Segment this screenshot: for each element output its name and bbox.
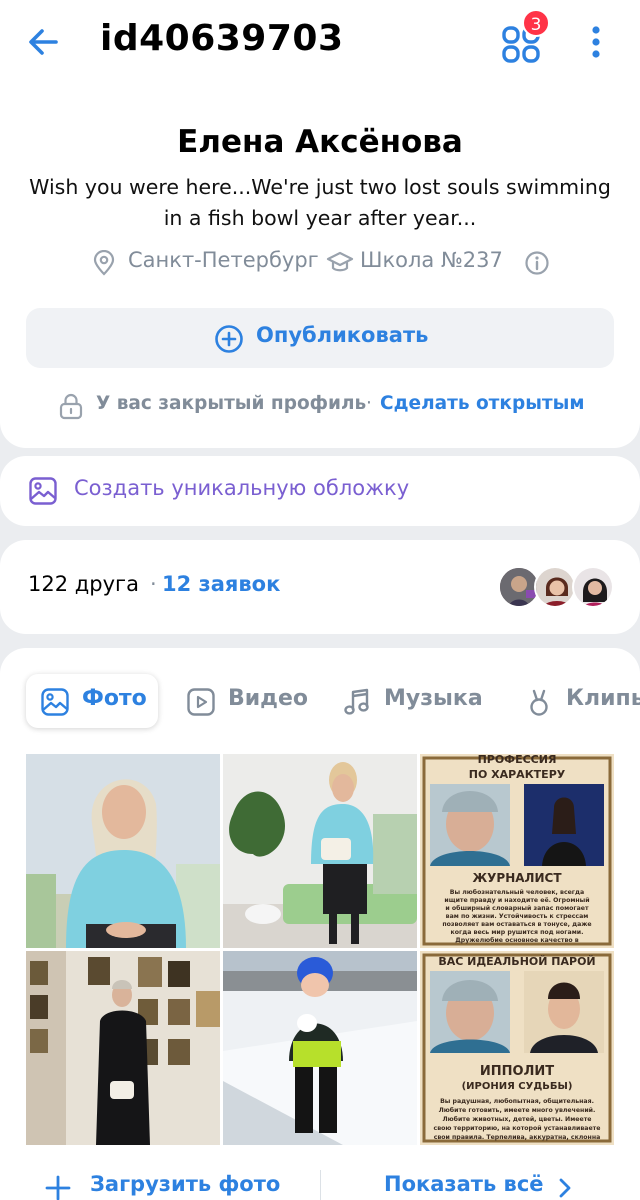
tab-videos[interactable]: Видео xyxy=(172,674,318,728)
privacy-text: У вас закрытый профиль xyxy=(96,393,367,414)
media-tabs: Фото Видео Музыка Клипы xyxy=(0,674,640,728)
photo6-line: свою территорию, на которой устанавливае… xyxy=(434,1124,601,1132)
clips-icon xyxy=(530,689,548,716)
upload-photo-label: Загрузить фото xyxy=(90,1172,281,1196)
photo-thumbnail[interactable] xyxy=(26,754,220,948)
notification-badge: 3 xyxy=(522,9,550,37)
photo6-subtitle: (ИРОНИЯ СУДЬБЫ) xyxy=(462,1081,573,1092)
divider xyxy=(320,1170,321,1200)
tab-clips[interactable]: Клипы xyxy=(510,674,640,728)
chevron-right-icon[interactable] xyxy=(556,1176,574,1200)
publish-label: Опубликовать xyxy=(256,323,429,347)
friends-separator: · xyxy=(150,572,157,596)
profile-status[interactable]: Wish you were here...We're just two lost… xyxy=(20,172,620,234)
profile-name: Елена Аксёнова xyxy=(177,124,463,160)
top-bar: id40639703 3 xyxy=(0,0,640,84)
photo-thumbnail[interactable]: ПРОФЕССИЯ ПО ХАРАКТЕРУ ЖУРНАЛИСТ Вы любо… xyxy=(420,754,614,948)
photo3-line: Дружелюбие основное качество в xyxy=(455,936,579,944)
tab-label: Клипы xyxy=(566,686,640,711)
tab-label: Музыка xyxy=(384,686,483,711)
photo3-line: Вы любознательный человек, всегда xyxy=(450,888,584,896)
photo-thumbnail[interactable] xyxy=(26,951,220,1145)
make-public-link[interactable]: Сделать открытым xyxy=(380,393,585,414)
photo3-line: когда весь мир рушится под ногами. xyxy=(451,929,584,936)
photo-thumbnail[interactable] xyxy=(223,754,417,948)
photo6-line: свои правила. Терпелива, аккуратна, скло… xyxy=(434,1134,601,1141)
photo3-subtitle: ПО ХАРАКТЕРУ xyxy=(469,768,566,781)
create-cover-label: Создать уникальную обложку xyxy=(74,476,410,500)
more-options-icon[interactable] xyxy=(582,22,610,62)
privacy-notice: У вас закрытый профиль · Сделать открыты… xyxy=(0,388,640,422)
photo6-line: Любите готовить, имеете много увлечений. xyxy=(439,1106,596,1114)
avatar xyxy=(572,566,614,608)
media-card: Фото Видео Музыка Клипы xyxy=(0,648,640,1200)
photo3-line: позволяет вам оставаться в тонусе, даже xyxy=(442,921,591,928)
plus-icon xyxy=(45,1175,71,1200)
friends-card[interactable]: 122 друга · 12 заявок xyxy=(0,540,640,634)
tab-label: Видео xyxy=(228,686,308,711)
info-icon[interactable] xyxy=(524,250,550,276)
profile-info-row: Санкт-Петербург Школа №237 xyxy=(0,246,640,278)
image-icon xyxy=(29,477,57,505)
education-cap-icon xyxy=(326,251,354,272)
video-icon xyxy=(187,688,215,716)
friend-requests-link[interactable]: 12 заявок xyxy=(162,572,280,596)
tab-label: Фото xyxy=(82,686,147,711)
photo-icon xyxy=(41,688,69,716)
avatar xyxy=(534,566,576,608)
photo6-role: ИППОЛИТ xyxy=(480,1064,554,1079)
friends-count[interactable]: 122 друга xyxy=(28,572,139,596)
photo6-title: ВАС ИДЕАЛЬНОЙ ПАРОЙ xyxy=(438,955,595,968)
tab-photos[interactable]: Фото xyxy=(26,674,158,728)
city-label[interactable]: Санкт-Петербург xyxy=(128,248,319,272)
photos-grid: ПРОФЕССИЯ ПО ХАРАКТЕРУ ЖУРНАЛИСТ Вы любо… xyxy=(26,754,614,1145)
photo3-role: ЖУРНАЛИСТ xyxy=(472,871,562,885)
school-label[interactable]: Школа №237 xyxy=(360,248,503,272)
back-arrow-icon[interactable] xyxy=(24,22,64,62)
publish-button[interactable]: Опубликовать xyxy=(26,308,614,368)
photo6-line: Вы радушная, любопытная, общительная. xyxy=(440,1097,594,1105)
friends-avatars[interactable] xyxy=(498,566,614,608)
profile-card: id40639703 3 Елена Аксёнова Wish you wer… xyxy=(0,0,640,448)
photo3-line: и обширный словарный запас помогает xyxy=(445,904,589,912)
photo-actions: Загрузить фото Показать всё xyxy=(0,1160,640,1200)
add-circle-icon xyxy=(215,325,243,353)
privacy-separator: · xyxy=(366,393,372,414)
create-cover-card[interactable]: Создать уникальную обложку xyxy=(0,456,640,526)
tab-music[interactable]: Музыка xyxy=(328,674,492,728)
photo3-line: ищите правду и находите её. Огромный xyxy=(444,896,589,904)
location-pin-icon xyxy=(93,250,115,276)
photo3-title: ПРОФЕССИЯ xyxy=(478,754,557,766)
photo3-line: вам по жизни. Устойчивость к стрессам xyxy=(446,912,589,920)
music-icon xyxy=(344,688,369,715)
page-title: id40639703 xyxy=(100,18,344,59)
show-all-button[interactable]: Показать всё xyxy=(384,1172,544,1196)
photo-thumbnail[interactable]: ВАС ИДЕАЛЬНОЙ ПАРОЙ ИППОЛИТ (ИРОНИЯ СУДЬ… xyxy=(420,951,614,1145)
photo-thumbnail[interactable] xyxy=(223,951,417,1145)
lock-icon xyxy=(59,393,83,420)
photo6-line: Любите животных, детей, цветы. Имеете xyxy=(443,1115,592,1123)
